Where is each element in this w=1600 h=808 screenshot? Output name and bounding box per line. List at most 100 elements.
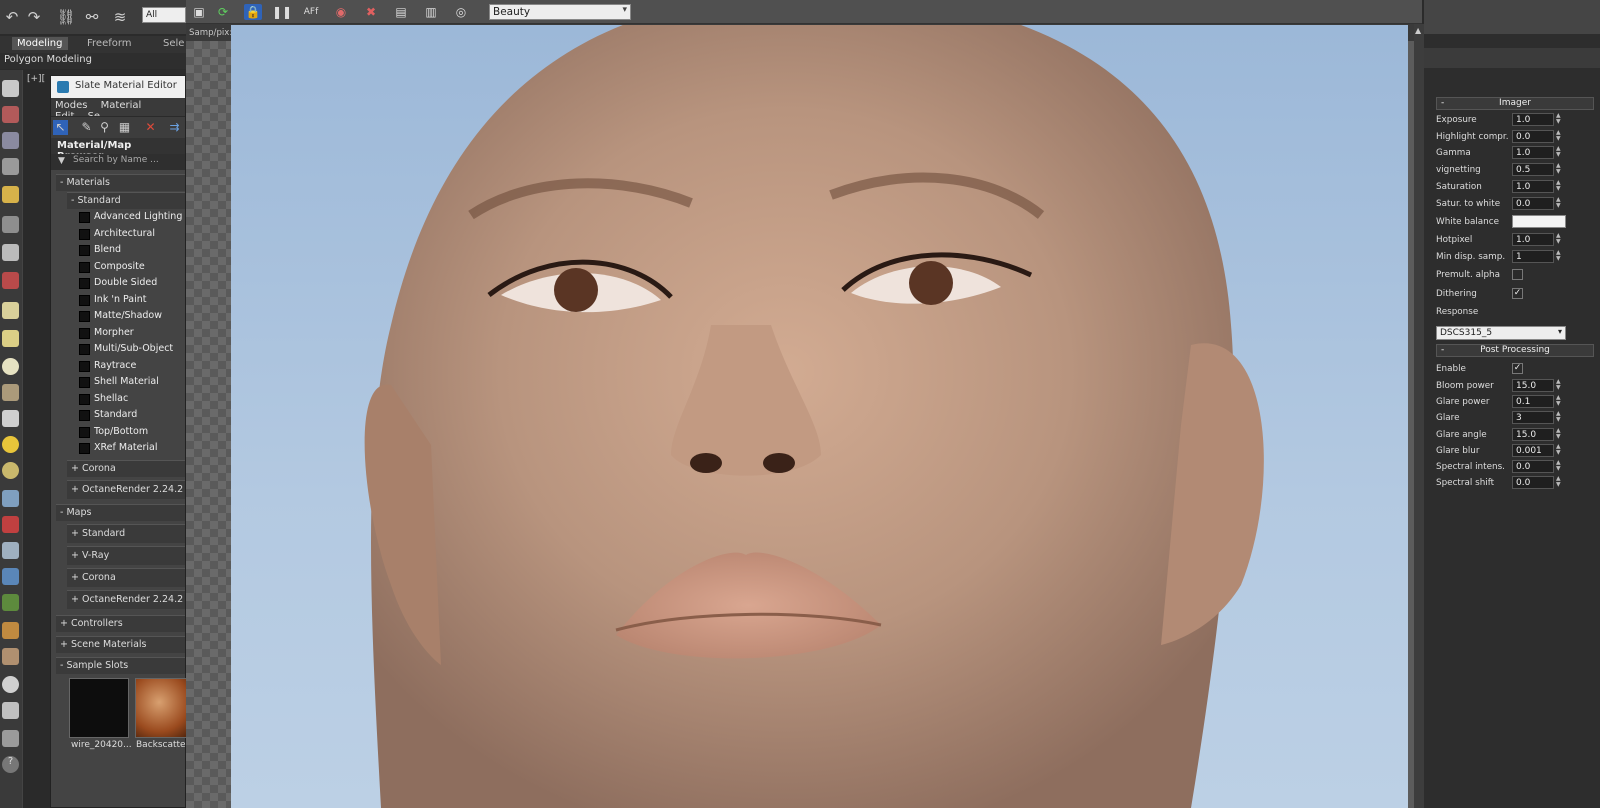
box-icon[interactable] — [2, 302, 19, 319]
setting-field[interactable]: 0.0 — [1512, 129, 1554, 143]
spinner-icon[interactable]: ▲ ▼ — [1556, 395, 1564, 408]
phone-icon[interactable] — [2, 730, 19, 747]
render-setup-icon[interactable] — [2, 106, 19, 123]
particles-icon[interactable] — [2, 490, 19, 507]
spinner-icon[interactable]: ▲ ▼ — [1556, 379, 1564, 392]
material-item[interactable]: Advanced Lighting O — [79, 209, 185, 226]
spinner-icon[interactable]: ▲ ▼ — [1556, 163, 1564, 176]
menu-modes[interactable]: Modes — [55, 100, 87, 111]
light-icon[interactable] — [2, 186, 19, 203]
menu-material[interactable]: Material — [101, 100, 142, 111]
redo-icon[interactable]: ↷ — [24, 8, 44, 26]
spinner-icon[interactable]: ▲ ▼ — [1556, 113, 1564, 126]
setting-field[interactable]: 1.0 — [1512, 146, 1554, 160]
ribbon-polygon-modeling[interactable]: Polygon Modeling — [0, 53, 186, 69]
pin-icon[interactable] — [2, 516, 19, 533]
restart-render-icon[interactable]: ⟳ — [214, 4, 232, 20]
save-image-icon[interactable]: ▣ — [190, 4, 208, 20]
region-icon[interactable]: ▤ — [392, 4, 410, 20]
white-balance-swatch[interactable] — [1512, 215, 1566, 228]
spinner-icon[interactable]: ▲ ▼ — [1556, 411, 1564, 424]
spinner-icon[interactable]: ▲ ▼ — [1556, 476, 1564, 489]
delete-icon[interactable]: ✕ — [143, 120, 158, 135]
maps-vray[interactable]: + V-Ray — [67, 545, 185, 565]
hotpixel-field[interactable]: 1.0 — [1512, 233, 1554, 246]
spinner-icon[interactable]: ▲ ▼ — [1556, 233, 1564, 246]
help-icon[interactable]: ? — [2, 756, 19, 773]
unlink-icon[interactable]: ⚯ — [82, 8, 102, 26]
pause-icon[interactable]: ❚❚ — [272, 4, 292, 20]
teapot-icon[interactable] — [2, 80, 19, 97]
materials-group[interactable]: - Materials — [56, 174, 185, 191]
wireframe-icon[interactable] — [2, 542, 19, 559]
maps-corona[interactable]: + Corona — [67, 567, 185, 587]
spinner-icon[interactable]: ▲ ▼ — [1556, 250, 1564, 263]
setting-field[interactable]: 0.1 — [1512, 395, 1554, 409]
material-item[interactable]: Raytrace — [79, 358, 185, 375]
viewport-label[interactable]: [+][ — [27, 74, 45, 84]
sphere-icon[interactable] — [2, 244, 19, 261]
render-scrollbar[interactable]: ▲ — [1414, 24, 1424, 808]
film-icon[interactable] — [2, 702, 19, 719]
material-item[interactable]: Composite — [79, 259, 185, 276]
camera-settings-icon[interactable]: ◎ — [452, 4, 470, 20]
tab-modeling[interactable]: Modeling — [12, 37, 68, 50]
tab-freeform[interactable]: Freeform — [82, 37, 137, 50]
response-dropdown[interactable]: DSCS315_5 ▾ — [1436, 326, 1566, 340]
cone-icon[interactable] — [2, 330, 19, 347]
filter-icon[interactable]: ▼ — [58, 156, 68, 166]
sun-icon[interactable] — [2, 436, 19, 453]
bind-space-warp-icon[interactable]: ≋ — [110, 8, 130, 26]
material-item[interactable]: Top/Bottom — [79, 424, 185, 441]
material-item[interactable]: XRef Material — [79, 440, 185, 457]
setting-field[interactable]: 0.5 — [1512, 163, 1554, 177]
link-icon[interactable]: ⛓ — [56, 8, 76, 26]
spinner-icon[interactable]: ▲ ▼ — [1556, 460, 1564, 473]
clear-icon[interactable]: ✖ — [362, 4, 380, 20]
setting-field[interactable]: 0.0 — [1512, 476, 1554, 490]
pick-material-icon[interactable]: ⚲ — [97, 120, 112, 135]
material-item[interactable]: Shell Material — [79, 374, 185, 391]
color-picker-icon[interactable]: ◉ — [332, 4, 350, 20]
sample-slot-wire[interactable] — [69, 678, 129, 738]
maps-group[interactable]: - Maps — [56, 503, 185, 521]
setting-field[interactable]: 0.0 — [1512, 460, 1554, 473]
layout-icon[interactable]: ⇉ — [167, 120, 182, 135]
grid-icon[interactable] — [2, 158, 19, 175]
tab-selection[interactable]: Sele — [158, 37, 189, 50]
geosphere-icon[interactable] — [2, 358, 19, 375]
material-item[interactable]: Matte/Shadow — [79, 308, 185, 325]
material-item[interactable]: Blend — [79, 242, 185, 259]
spinner-icon[interactable]: ▲ ▼ — [1556, 443, 1564, 457]
spinner-icon[interactable]: ▲ ▼ — [1556, 179, 1564, 193]
controllers-group[interactable]: + Controllers — [56, 614, 185, 632]
setting-field[interactable]: 15.0 — [1512, 379, 1554, 392]
spinner-icon[interactable]: ▲ ▼ — [1556, 427, 1564, 441]
setting-field[interactable]: 1.0 — [1512, 113, 1554, 126]
setting-field[interactable]: 0.001 — [1512, 443, 1554, 457]
rings-icon[interactable] — [2, 622, 19, 639]
premult-checkbox[interactable] — [1512, 269, 1523, 280]
put-to-scene-icon[interactable]: ▦ — [117, 120, 132, 135]
spinner-icon[interactable]: ▲ ▼ — [1556, 129, 1564, 143]
spinner-icon[interactable]: ▲ ▼ — [1556, 146, 1564, 159]
gear-icon[interactable] — [2, 568, 19, 585]
browser-search-input[interactable]: ▼ Search by Name ... — [51, 154, 185, 170]
helper-icon[interactable] — [2, 272, 19, 289]
slate-title-bar[interactable]: Slate Material Editor — [51, 76, 185, 98]
camera-icon[interactable] — [2, 216, 19, 233]
film-region-icon[interactable]: ▥ — [422, 4, 440, 20]
setting-field[interactable]: 1.0 — [1512, 179, 1554, 193]
material-item[interactable]: Architectural — [79, 226, 185, 243]
render-pass-dropdown[interactable]: Beauty ▾ — [489, 4, 631, 20]
omni-light-icon[interactable] — [2, 462, 19, 479]
imager-rollout-header[interactable]: - Imager — [1436, 97, 1594, 110]
torus-icon[interactable] — [2, 384, 19, 401]
maps-standard[interactable]: + Standard — [67, 523, 185, 543]
setting-field[interactable]: 0.0 — [1512, 196, 1554, 210]
pyramid-icon[interactable] — [2, 410, 19, 427]
ball-icon[interactable] — [2, 676, 19, 693]
standard-group[interactable]: - Standard — [67, 192, 185, 209]
material-item[interactable]: Morpher — [79, 325, 185, 342]
category-octane[interactable]: + OctaneRender 2.24.2 - 2. — [67, 479, 185, 499]
